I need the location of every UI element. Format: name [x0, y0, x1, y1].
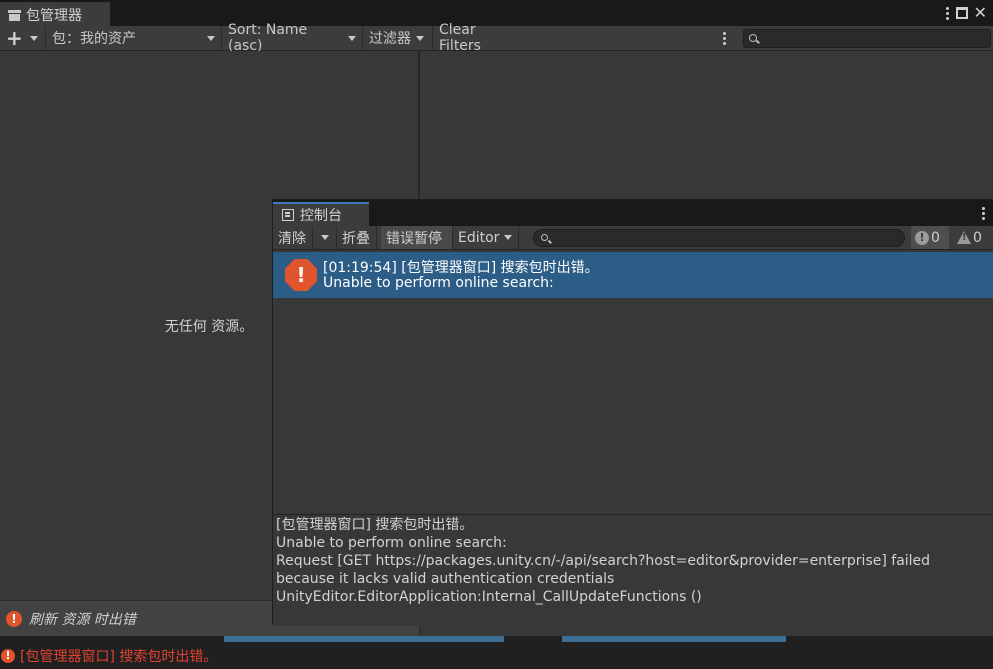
detail-line: because it lacks valid authentication cr… — [276, 571, 615, 587]
package-manager-tab-label: 包管理器 — [26, 8, 82, 24]
maximize-icon[interactable] — [955, 7, 968, 19]
detail-line: [包管理器窗口] 搜索包时出错。 — [276, 517, 474, 533]
console-list-icon — [282, 209, 294, 221]
console-tab[interactable]: 控制台 — [273, 202, 369, 226]
close-icon[interactable]: ✕ — [974, 5, 987, 21]
warning-triangle-icon — [957, 231, 971, 244]
clear-options-dropdown[interactable] — [313, 226, 337, 249]
packages-scope-dropdown[interactable]: 包：我的资产 — [46, 26, 222, 50]
chevron-down-icon — [348, 35, 356, 41]
log-entry-subtitle: Unable to perform online search: — [323, 275, 554, 291]
detail-line: UnityEditor.EditorApplication:Internal_C… — [276, 589, 702, 605]
status-message: [包管理器窗口] 搜索包时出错。 — [20, 648, 218, 665]
collapse-toggle[interactable]: 折叠 — [337, 226, 377, 249]
sort-dropdown[interactable]: Sort: Name (asc) — [222, 22, 363, 54]
log-entry-title: [01:19:54] [包管理器窗口] 搜索包时出错。 — [323, 260, 599, 276]
console-toolbar: 清除 折叠 错误暂停 Editor ! 0 0 — [273, 226, 993, 250]
console-tabbar: 控制台 — [273, 200, 993, 226]
kebab-menu-icon[interactable] — [946, 6, 950, 20]
package-icon — [8, 9, 21, 21]
clear-filters-button[interactable]: Clear Filters — [433, 22, 523, 54]
kebab-menu-icon[interactable] — [981, 206, 985, 220]
chevron-down-icon — [504, 235, 513, 240]
log-detail-panel[interactable]: [包管理器窗口] 搜索包时出错。 Unable to perform onlin… — [273, 514, 993, 626]
refresh-error-text[interactable]: 刷新 资源 时出错 — [29, 609, 136, 629]
package-manager-tab[interactable]: 包管理器 — [0, 2, 110, 26]
detail-line: Unable to perform online search: — [276, 535, 507, 551]
error-count: 0 — [931, 229, 940, 246]
console-window: 控制台 清除 折叠 错误暂停 Editor ! 0 0 ! — [272, 199, 993, 626]
warning-count: 0 — [973, 229, 982, 246]
package-search-field[interactable] — [743, 29, 991, 48]
error-pause-toggle[interactable]: 错误暂停 — [381, 226, 453, 249]
error-count-toggle[interactable]: ! 0 — [911, 226, 949, 249]
clear-button[interactable]: 清除 — [273, 226, 313, 249]
detail-line: Request [GET https://packages.unity.cn/-… — [276, 553, 931, 569]
search-icon — [541, 234, 548, 241]
search-icon — [749, 34, 757, 42]
add-package-button[interactable]: + — [0, 26, 46, 50]
package-search-input[interactable] — [760, 30, 988, 47]
kebab-menu-icon — [722, 31, 726, 45]
error-icon: ! — [6, 610, 22, 627]
chevron-down-icon — [320, 235, 329, 240]
sort-label: Sort: Name (asc) — [228, 22, 308, 54]
log-entry[interactable]: ! [01:19:54] [包管理器窗口] 搜索包时出错。 Unable to … — [273, 252, 993, 298]
warning-count-toggle[interactable]: 0 — [953, 226, 991, 249]
toolbar-more-button[interactable] — [722, 26, 726, 50]
packages-scope-label: 包：我的资产 — [52, 31, 136, 47]
error-icon: ! — [1, 648, 15, 663]
editor-status-bar[interactable]: ! [包管理器窗口] 搜索包时出错。 — [0, 642, 993, 669]
chevron-down-icon — [416, 35, 424, 41]
console-window-controls — [981, 200, 985, 226]
console-log-list: ! [01:19:54] [包管理器窗口] 搜索包时出错。 Unable to … — [273, 250, 993, 514]
filters-label: 过滤器 — [369, 31, 411, 47]
error-octagon-icon: ! — [285, 259, 317, 291]
console-search-field[interactable] — [533, 229, 905, 247]
editor-dropdown-label: Editor — [458, 229, 500, 246]
chevron-down-icon — [207, 35, 215, 41]
plus-icon: + — [6, 26, 23, 50]
console-search-input[interactable] — [550, 230, 902, 246]
editor-dropdown[interactable]: Editor — [453, 226, 519, 249]
package-manager-window-controls: ✕ — [946, 0, 987, 26]
package-manager-toolbar: + 包：我的资产 Sort: Name (asc) 过滤器 Clear Filt… — [0, 22, 993, 54]
console-tab-label: 控制台 — [300, 208, 342, 224]
error-icon: ! — [915, 230, 929, 245]
chevron-down-icon — [29, 35, 38, 41]
filters-dropdown[interactable]: 过滤器 — [363, 26, 433, 50]
